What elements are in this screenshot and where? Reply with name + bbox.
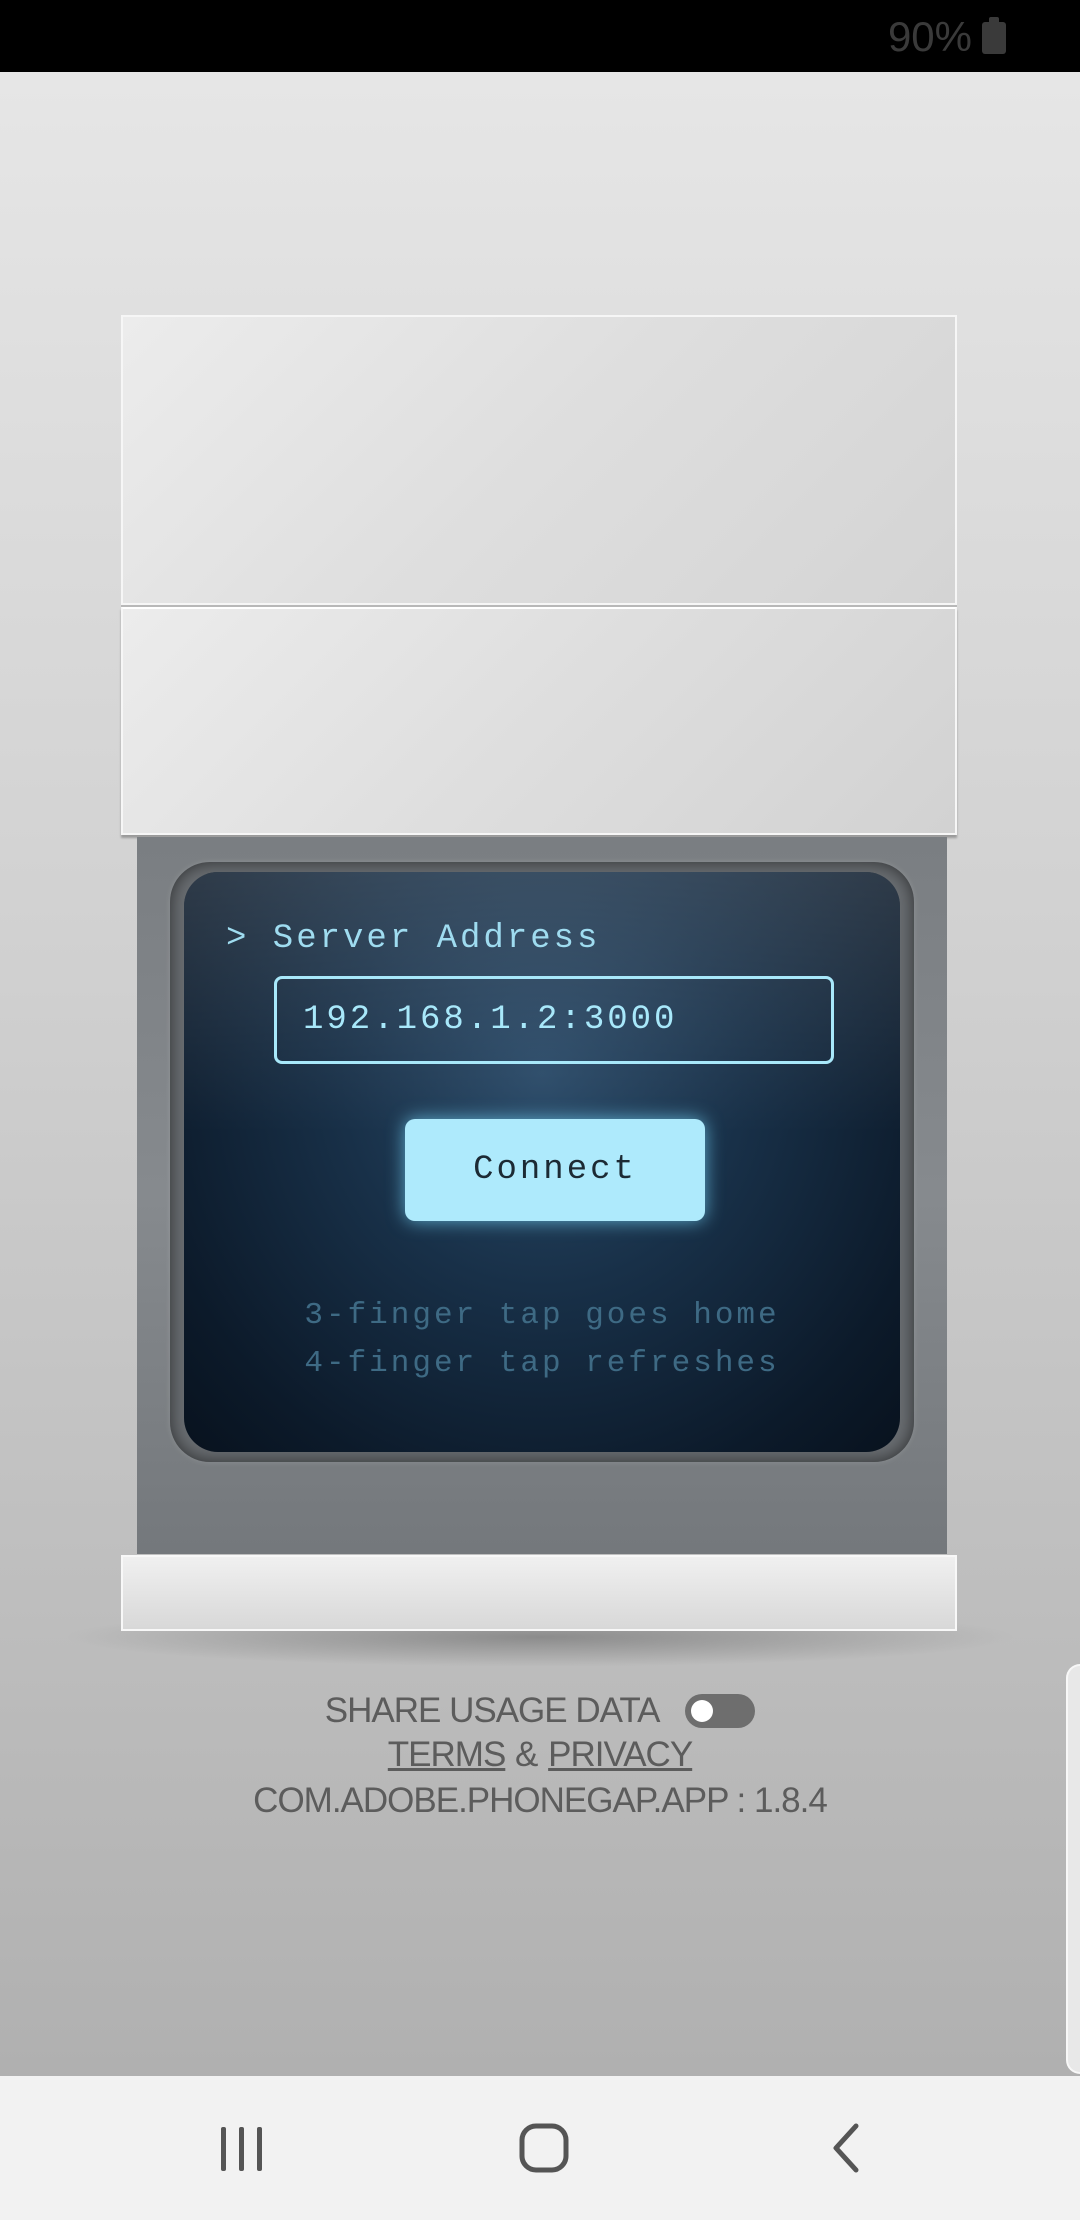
privacy-link[interactable]: PRIVACY [548, 1735, 693, 1774]
legal-links-row: TERMS & PRIVACY [0, 1735, 1080, 1775]
recents-button[interactable] [202, 2108, 282, 2188]
monitor-lid-bottom-panel [121, 607, 957, 835]
server-address-input[interactable] [274, 976, 834, 1064]
battery-icon [982, 17, 1006, 54]
screen-frame: > Server Address Connect 3-finger tap go… [170, 862, 914, 1462]
back-button[interactable] [806, 2108, 886, 2188]
recents-icon [221, 2127, 262, 2171]
terms-link[interactable]: TERMS [388, 1735, 506, 1774]
ampersand-text: & [515, 1735, 539, 1774]
server-address-label: > Server Address [226, 920, 601, 958]
back-icon [833, 2123, 859, 2173]
share-usage-toggle[interactable] [685, 1693, 756, 1728]
toggle-knob [691, 1699, 714, 1722]
navigation-bar [0, 2076, 1080, 2220]
app-version: COM.ADOBE.PHONEGAP.APP : 1.8.4 [253, 1781, 828, 1820]
connect-button[interactable]: Connect [405, 1119, 705, 1221]
monitor-base [121, 1555, 957, 1631]
hint-home: 3-finger tap goes home [304, 1298, 780, 1333]
monitor-screen: > Server Address Connect 3-finger tap go… [184, 872, 900, 1452]
home-icon [519, 2123, 569, 2173]
monitor-bezel: > Server Address Connect 3-finger tap go… [137, 837, 947, 1554]
edge-panel-handle[interactable] [1066, 1664, 1080, 2074]
share-usage-row: SHARE USAGE DATA [0, 1689, 1080, 1731]
monitor-lid-top-panel [121, 315, 957, 605]
app-area: > Server Address Connect 3-finger tap go… [0, 72, 1080, 2076]
share-usage-label: SHARE USAGE DATA [324, 1690, 661, 1730]
status-bar: 90% [0, 0, 1080, 72]
battery-percentage: 90% [887, 13, 972, 60]
hint-refresh: 4-finger tap refreshes [304, 1346, 780, 1381]
home-button[interactable] [504, 2108, 584, 2188]
